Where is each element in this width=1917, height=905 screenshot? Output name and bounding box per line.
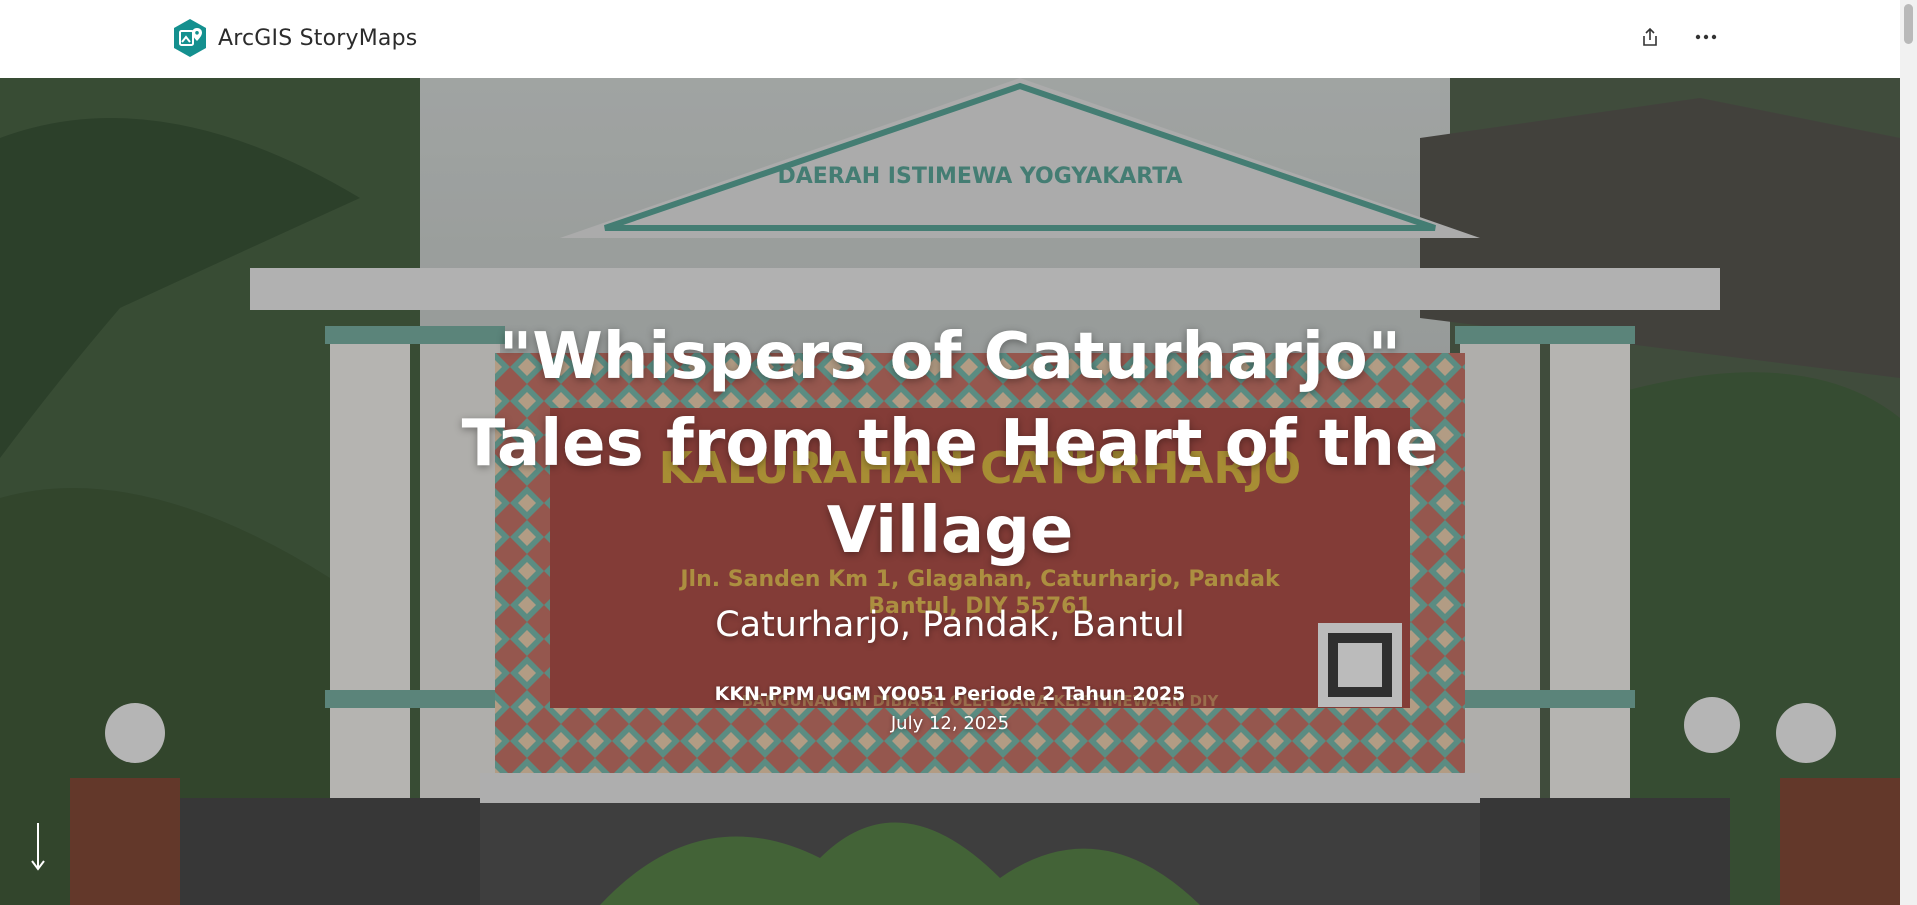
hero-content: "Whispers of Caturharjo" Tales from the …	[0, 314, 1900, 734]
scrollbar-thumb[interactable]	[1904, 4, 1913, 44]
story-title: "Whispers of Caturharjo" Tales from the …	[461, 320, 1439, 568]
top-bar: ArcGIS StoryMaps	[0, 0, 1900, 78]
storymaps-logo-icon	[174, 19, 206, 57]
more-options-icon	[1695, 34, 1717, 40]
share-icon	[1643, 27, 1657, 46]
page-scrollbar[interactable]	[1900, 0, 1917, 905]
scroll-down-button[interactable]	[26, 819, 50, 875]
story-subtitle: Caturharjo, Pandak, Bantul	[715, 605, 1185, 645]
share-button[interactable]	[1636, 20, 1664, 54]
story-date: July 12, 2025	[890, 713, 1010, 734]
more-options-button[interactable]	[1692, 20, 1720, 54]
brand-name: ArcGIS StoryMaps	[218, 25, 418, 51]
header-actions	[1636, 20, 1720, 54]
hero-section: DAERAH ISTIMEWA YOGYAKARTA KALURAHAN CAT…	[0, 78, 1900, 905]
brand[interactable]: ArcGIS StoryMaps	[172, 18, 417, 58]
scroll-down-icon	[31, 823, 45, 871]
story-byline: KKN-PPM UGM YO051 Periode 2 Tahun 2025	[714, 683, 1186, 705]
